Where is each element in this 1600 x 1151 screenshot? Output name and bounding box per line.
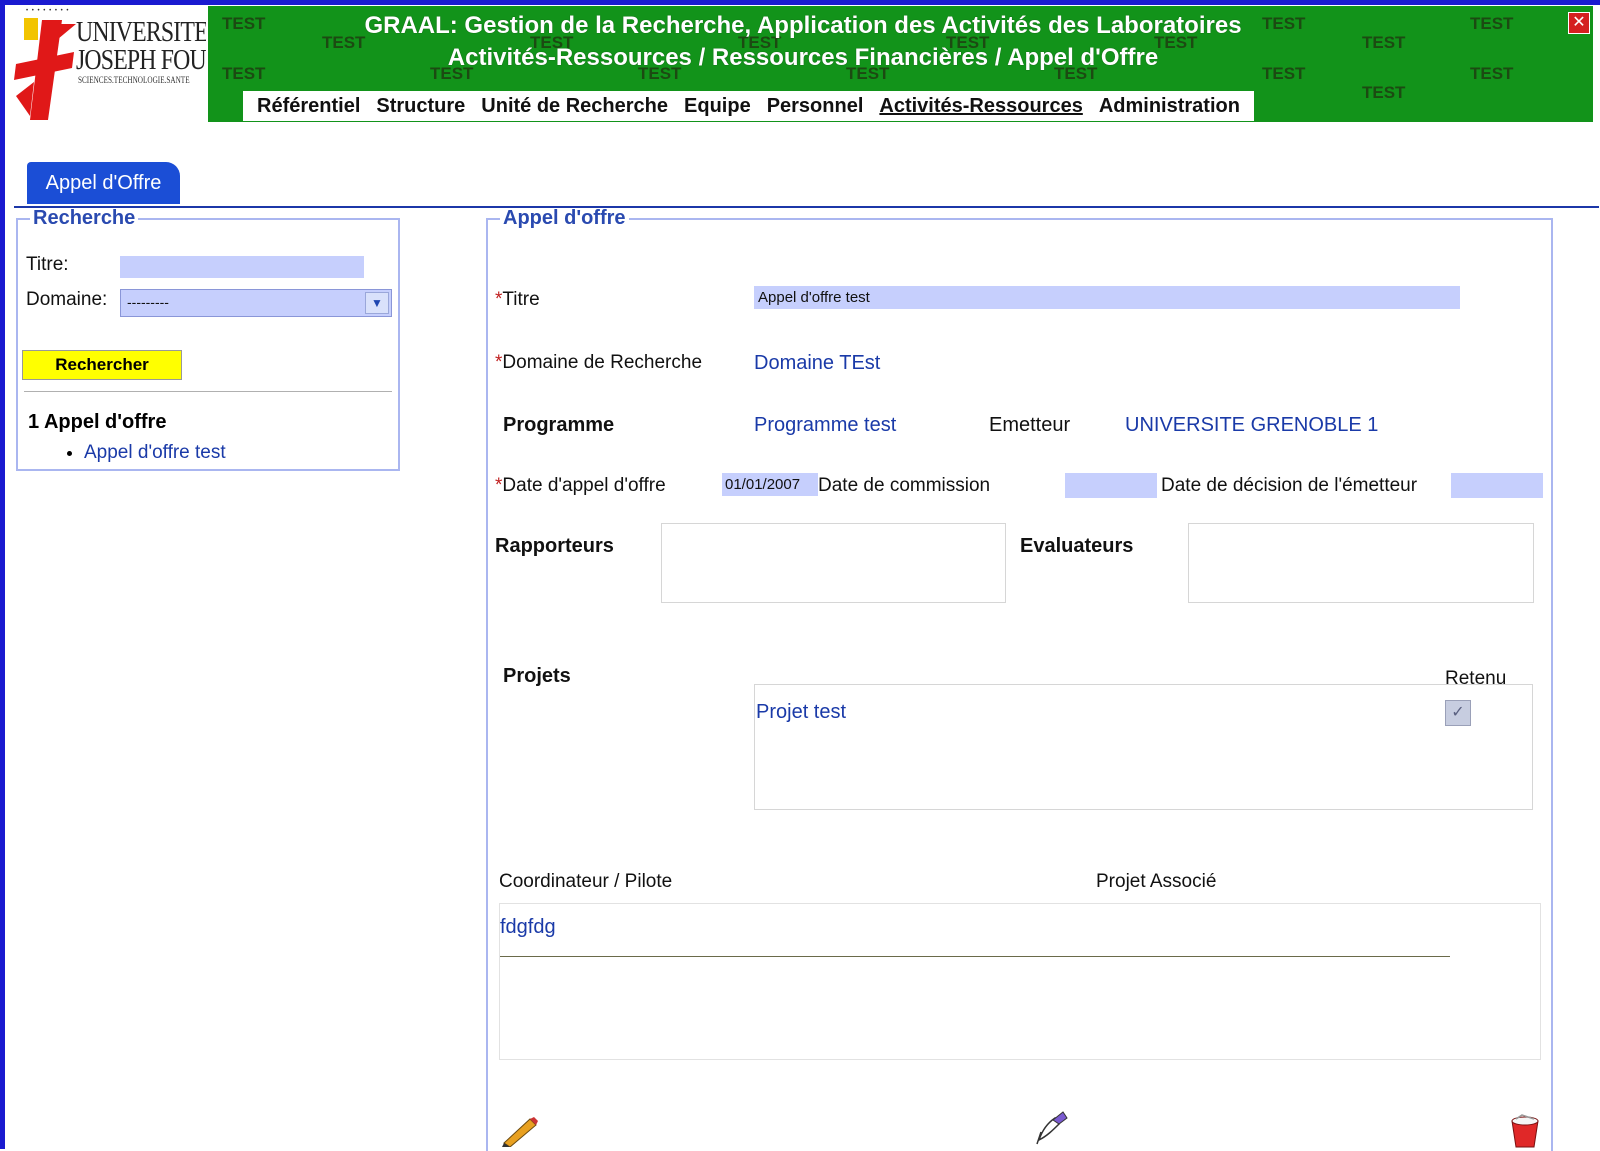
projet-link[interactable]: Projet test <box>756 701 846 724</box>
date-appel-offre-input[interactable] <box>722 473 818 496</box>
emetteur-value-link[interactable]: UNIVERSITE GRENOBLE 1 <box>1125 414 1378 437</box>
search-result-link[interactable]: Appel d'offre test <box>84 442 226 463</box>
window-frame-left <box>0 0 5 1149</box>
search-panel: Recherche Titre: Domaine: --------- ▼ Re… <box>16 207 400 471</box>
titre-label: *Titre <box>495 289 540 311</box>
programme-value-link[interactable]: Programme test <box>754 414 896 437</box>
rapporteurs-list[interactable] <box>661 523 1006 603</box>
titre-input[interactable] <box>754 286 1460 309</box>
university-logo: • • • • • • • • UNIVERSITE JOSEPH FOURIE… <box>6 6 206 122</box>
watermark: TEST <box>222 14 266 33</box>
search-domaine-label: Domaine: <box>26 289 108 310</box>
coordinateur-label: Coordinateur / Pilote <box>499 871 673 892</box>
watermark: TEST <box>1362 83 1406 102</box>
search-titre-input[interactable] <box>120 256 364 278</box>
search-domaine-select[interactable]: --------- ▼ <box>120 289 392 317</box>
search-result-list: Appel d'offre test <box>58 442 226 464</box>
search-titre-label: Titre: <box>26 254 69 275</box>
date-commission-input[interactable] <box>1065 473 1157 498</box>
close-button[interactable]: ✕ <box>1568 12 1590 34</box>
app-title: GRAAL: Gestion de la Recherche, Applicat… <box>364 12 1242 39</box>
date-commission-label: Date de commission <box>818 475 991 496</box>
date-decision-input[interactable] <box>1451 473 1543 498</box>
evaluateurs-list[interactable] <box>1188 523 1534 603</box>
logo-text-line3: SCIENCES.TECHNOLOGIE.SANTE <box>78 75 190 85</box>
watermark: TEST <box>1470 64 1514 83</box>
nav-item-personnel[interactable]: Personnel <box>767 95 864 118</box>
date-appel-offre-label: *Date d'appel d'offre <box>495 475 666 497</box>
coordinateur-list: fdgfdg <box>499 903 1541 1060</box>
page-breadcrumb: Activités-Ressources / Ressources Financ… <box>447 44 1159 71</box>
nav-item-structure[interactable]: Structure <box>376 95 465 118</box>
logo-text-line2: JOSEPH FOURIER <box>76 44 206 76</box>
projet-associe-label: Projet Associé <box>1096 871 1217 892</box>
pencil-icon[interactable] <box>500 1115 540 1147</box>
nav-item-equipe[interactable]: Equipe <box>684 95 751 118</box>
nav-item-administration[interactable]: Administration <box>1099 95 1240 118</box>
ujf-logo-mark <box>14 18 76 120</box>
emetteur-label: Emetteur <box>989 414 1071 436</box>
retenu-checkbox[interactable]: ✓ <box>1445 700 1471 726</box>
trash-icon[interactable] <box>1508 1113 1542 1149</box>
projets-list: Projet test <box>754 684 1533 810</box>
date-decision-label: Date de décision de l'émetteur <box>1161 475 1418 496</box>
rapporteurs-label: Rapporteurs <box>495 535 614 557</box>
search-result-count: 1 Appel d'offre <box>28 411 167 433</box>
main-nav: Référentiel Structure Unité de Recherche… <box>243 91 1254 121</box>
quill-icon[interactable] <box>1033 1110 1073 1146</box>
chevron-down-icon[interactable]: ▼ <box>365 292 389 314</box>
watermark: TEST <box>1362 33 1406 52</box>
search-domaine-selected: --------- <box>127 294 169 310</box>
rechercher-button[interactable]: Rechercher <box>22 350 182 380</box>
date-appel-offre-label-text: Date d'appel d'offre <box>502 475 666 496</box>
tab-appel-d-offre[interactable]: Appel d'Offre <box>27 162 180 204</box>
nav-item-unite-de-recherche[interactable]: Unité de Recherche <box>481 95 668 118</box>
coordinateur-row-divider <box>500 956 1450 957</box>
close-icon: ✕ <box>1572 14 1586 31</box>
watermark: TEST <box>1470 14 1514 33</box>
coordinateur-link[interactable]: fdgfdg <box>500 916 556 939</box>
search-result-item: Appel d'offre test <box>84 442 226 464</box>
check-icon: ✓ <box>1451 704 1465 721</box>
logo-dots: • • • • • • • • <box>26 8 70 14</box>
nav-item-referentiel[interactable]: Référentiel <box>257 95 360 118</box>
domaine-label: *Domaine de Recherche <box>495 352 702 374</box>
window-frame-top <box>0 0 1600 5</box>
domaine-label-text: Domaine de Recherche <box>502 352 703 373</box>
search-divider <box>24 391 392 392</box>
watermark: TEST <box>222 64 266 83</box>
appel-offre-form: Appel d'offre *Titre *Domaine de Recherc… <box>486 207 1553 1151</box>
form-legend: Appel d'offre <box>503 207 626 229</box>
domaine-value-link[interactable]: Domaine TEst <box>754 352 880 375</box>
evaluateurs-label: Evaluateurs <box>1020 535 1134 557</box>
search-legend: Recherche <box>33 207 136 229</box>
nav-item-activites-ressources[interactable]: Activités-Ressources <box>879 95 1082 118</box>
titre-label-text: Titre <box>502 289 540 310</box>
programme-label: Programme <box>503 414 615 436</box>
projets-label: Projets <box>503 665 571 687</box>
